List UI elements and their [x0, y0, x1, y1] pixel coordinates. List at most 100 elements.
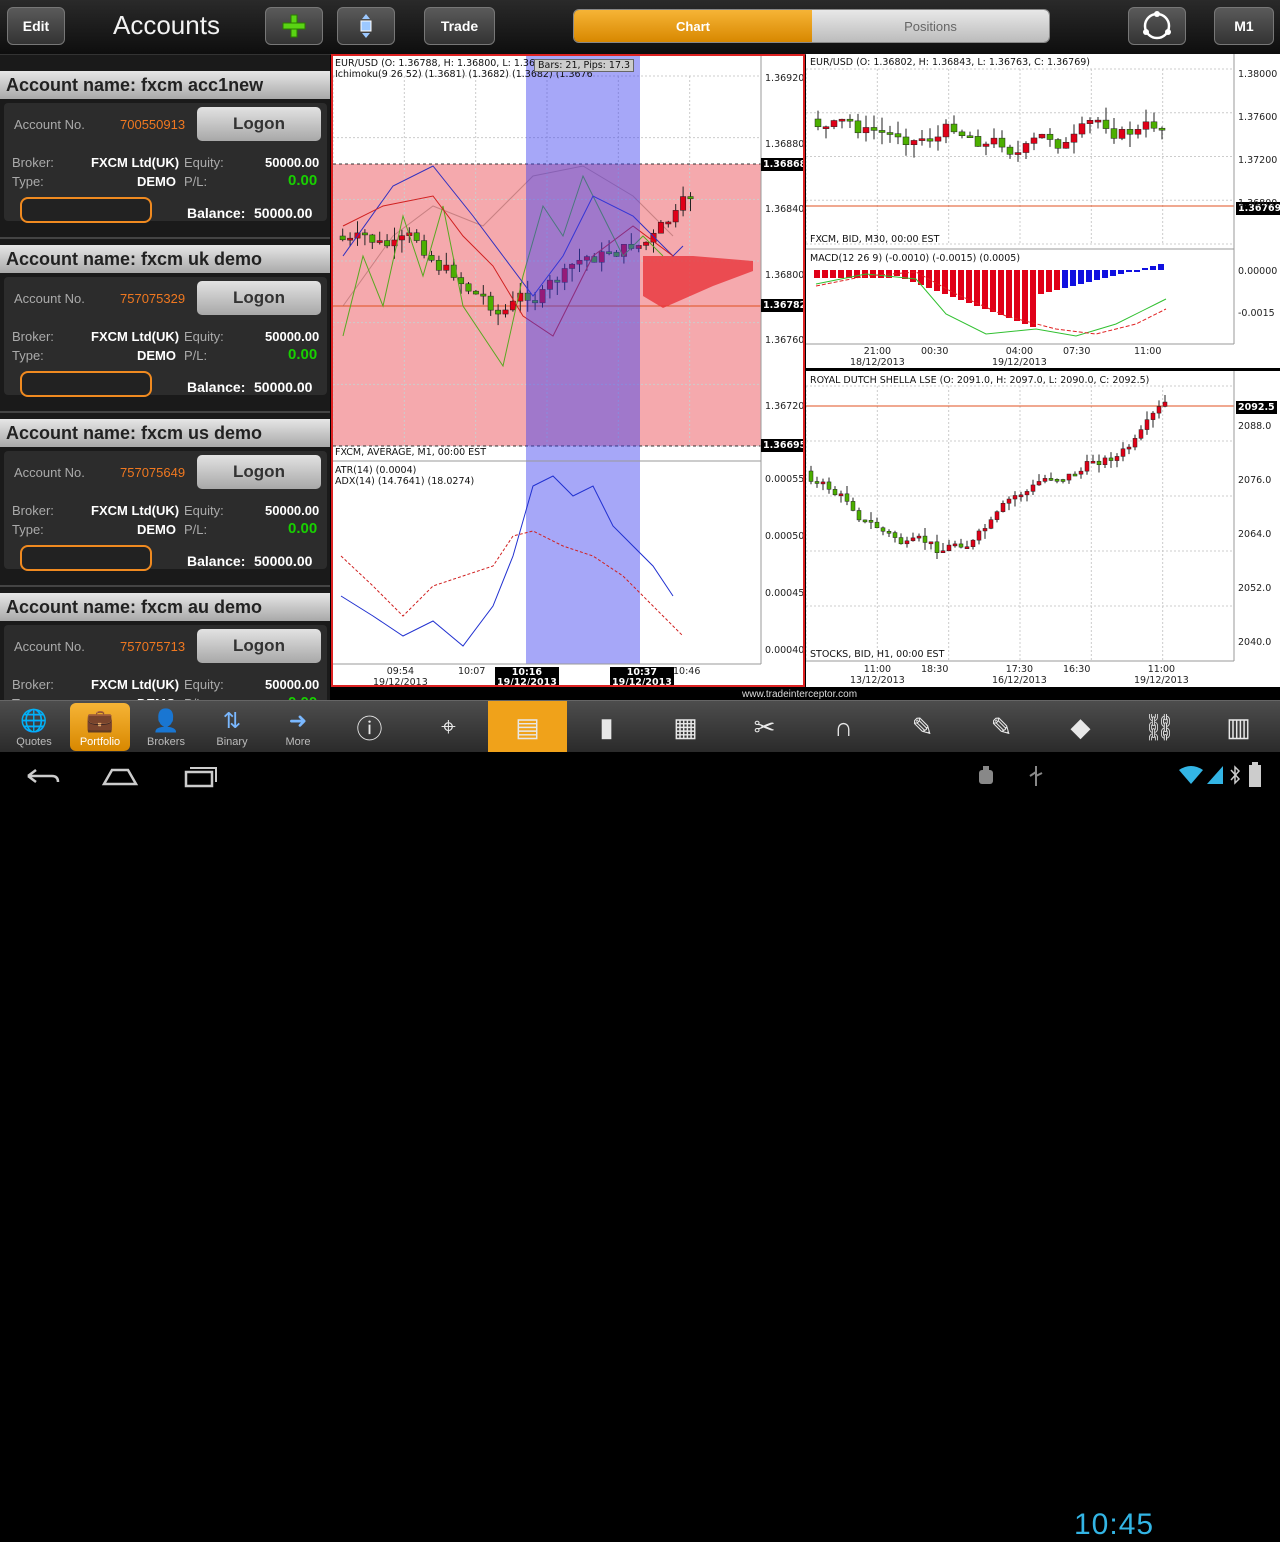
candle: [1048, 478, 1054, 481]
tool-bar-chart[interactable]: ▮: [567, 701, 646, 753]
nav-portfolio[interactable]: 💼 Portfolio: [70, 703, 130, 751]
macd-histogram-bar: [990, 270, 996, 312]
recent-apps-icon[interactable]: [180, 762, 220, 790]
candle: [384, 240, 391, 247]
notes-icon: ▤: [515, 711, 540, 742]
chart-eurusd-m1-canvas[interactable]: [333, 56, 803, 685]
nav-label: Binary: [216, 736, 248, 748]
candle: [862, 127, 870, 134]
logon-button[interactable]: Logon: [197, 629, 321, 663]
signal-icon: [1207, 766, 1223, 784]
tool-eraser[interactable]: ◆: [1041, 701, 1120, 753]
chart2-footer: FXCM, BID, M30, 00:00 EST: [810, 234, 940, 245]
broker-label: Broker:: [12, 503, 54, 518]
x-tick-label: 00:30: [921, 346, 949, 357]
trade-button[interactable]: Trade: [424, 7, 495, 45]
chart-eurusd-m30-canvas[interactable]: [806, 54, 1280, 368]
candle: [934, 541, 940, 553]
candle: [974, 136, 982, 147]
home-icon[interactable]: [100, 762, 140, 790]
candle: [964, 546, 970, 549]
candle: [1110, 128, 1118, 139]
candle: [1120, 448, 1126, 457]
account-number: 700550913: [120, 117, 186, 132]
candle: [1014, 152, 1022, 155]
candle: [1054, 479, 1060, 482]
magnet-icon: ∩: [834, 711, 853, 742]
move-button[interactable]: [337, 7, 395, 45]
tool-tools[interactable]: ✂: [725, 701, 804, 753]
chart-shell-h1-canvas[interactable]: [806, 371, 1280, 687]
chart1-header: EUR/USD (O: 1.36788, H: 1.36800, L: 1.36…: [335, 58, 548, 69]
candle: [1024, 491, 1030, 496]
candle: [1156, 406, 1162, 414]
nav-binary[interactable]: ⇅ Binary: [202, 701, 262, 753]
link-icon: ⛓: [1143, 711, 1177, 742]
chart-eurusd-m1[interactable]: EUR/USD (O: 1.36788, H: 1.36800, L: 1.36…: [331, 54, 805, 687]
chart3-footer: STOCKS, BID, H1, 00:00 EST: [810, 649, 945, 660]
candle: [487, 295, 494, 311]
account-no-label: Account No.: [14, 639, 85, 654]
tool-grid[interactable]: ▦: [646, 701, 725, 753]
edit-button[interactable]: Edit: [7, 7, 65, 45]
macd-histogram-bar: [1102, 270, 1108, 278]
candle: [880, 527, 886, 532]
nav-quotes[interactable]: 🌐 Quotes: [4, 701, 64, 753]
account-number: 757075329: [120, 291, 186, 306]
x-tick-label: 21:00 18/12/2013: [850, 346, 905, 368]
view-tabs: Chart Positions: [573, 9, 1050, 43]
tool-info[interactable]: ⓘ: [330, 701, 409, 753]
account-action-button[interactable]: [20, 197, 152, 223]
account-action-button[interactable]: [20, 371, 152, 397]
candle: [428, 255, 435, 261]
back-icon[interactable]: [22, 762, 62, 790]
macd-header: MACD(12 26 9) (-0.0010) (-0.0015) (0.000…: [810, 253, 1021, 264]
tool-crosshair[interactable]: ⌖: [409, 701, 488, 753]
account-no-label: Account No.: [14, 291, 85, 306]
y-tick-label: 1.37600: [1238, 112, 1278, 123]
macd-histogram-bar: [1150, 266, 1156, 270]
candle: [982, 143, 990, 147]
chart2-header: EUR/USD (O: 1.36802, H: 1.36843, L: 1.36…: [810, 57, 1091, 68]
logon-button[interactable]: Logon: [197, 281, 321, 315]
tab-chart[interactable]: Chart: [574, 10, 812, 42]
candle: [1006, 146, 1014, 155]
candle: [1066, 473, 1072, 481]
logon-button[interactable]: Logon: [197, 107, 321, 141]
candle: [1142, 121, 1150, 130]
chart-shell-h1[interactable]: ROYAL DUTCH SHELLA LSE (O: 2091.0, H: 20…: [806, 371, 1280, 687]
add-button[interactable]: [265, 7, 323, 45]
macd-tick-label: 0.00000: [1238, 266, 1278, 277]
macd-histogram-bar: [838, 270, 844, 278]
macd-histogram-bar: [998, 270, 1004, 315]
macd-histogram-bar: [1134, 270, 1140, 272]
candle: [413, 232, 420, 241]
layout-button[interactable]: [1128, 7, 1186, 45]
debug-icon: [979, 766, 993, 784]
tool-magnet[interactable]: ∩: [804, 701, 883, 753]
candle: [1078, 123, 1086, 135]
timeframe-button[interactable]: M1: [1214, 7, 1274, 45]
candle: [910, 140, 918, 145]
equity-label: Equity:: [184, 503, 224, 518]
tools-icon: ✂: [753, 711, 776, 742]
tab-positions[interactable]: Positions: [812, 10, 1049, 42]
type-label: Type:: [12, 522, 44, 537]
nav-brokers[interactable]: 👤 Brokers: [136, 701, 196, 753]
macd-histogram-bar: [942, 270, 948, 294]
candle: [838, 493, 844, 497]
tool-link[interactable]: ⛓: [1120, 701, 1199, 753]
nav-more[interactable]: ➜ More: [268, 701, 328, 753]
candle: [998, 137, 1006, 148]
candle: [830, 120, 838, 127]
tool-chart-settings[interactable]: ▥: [1199, 701, 1278, 753]
chart-eurusd-m30[interactable]: EUR/USD (O: 1.36802, H: 1.36843, L: 1.36…: [806, 54, 1280, 368]
tool-pencil-ruler[interactable]: ✎: [883, 701, 962, 753]
macd-histogram-bar: [1126, 270, 1132, 272]
tool-notes[interactable]: ▤: [488, 701, 567, 753]
type-value: DEMO: [137, 174, 176, 189]
logon-button[interactable]: Logon: [197, 455, 321, 489]
tool-pencil-info[interactable]: ✎: [962, 701, 1041, 753]
brokers-icon: 👤: [152, 708, 180, 733]
account-action-button[interactable]: [20, 545, 152, 571]
